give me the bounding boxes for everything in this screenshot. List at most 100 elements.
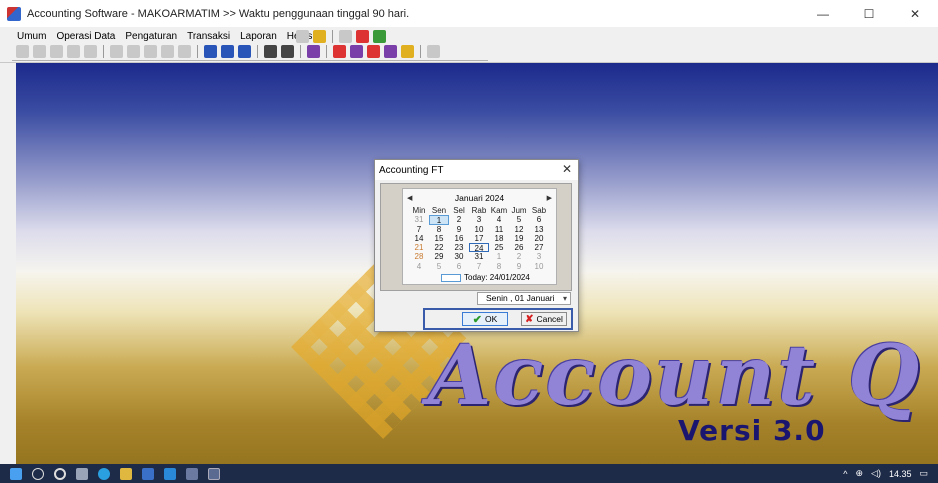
report-chart-icon[interactable] <box>367 45 380 58</box>
import-icon[interactable] <box>204 45 217 58</box>
calendar-day[interactable]: 8 <box>429 225 449 234</box>
last-record-icon[interactable] <box>161 45 174 58</box>
tray-expand-icon[interactable]: ^ <box>843 469 847 479</box>
calendar-day[interactable]: 14 <box>409 234 429 243</box>
save-icon[interactable] <box>50 45 63 58</box>
report-red-icon[interactable] <box>333 45 346 58</box>
calendar-day[interactable]: 6 <box>449 262 469 271</box>
ok-button[interactable]: ✔ OK <box>462 312 508 326</box>
calendar-day[interactable]: 3 <box>469 215 489 224</box>
accounting-app-taskbar-icon[interactable] <box>208 467 220 480</box>
delete-icon[interactable] <box>67 45 80 58</box>
report-list-icon[interactable] <box>384 45 397 58</box>
calendar-day[interactable]: 17 <box>469 234 489 243</box>
calendar-day[interactable]: 30 <box>449 252 469 261</box>
calendar-month-label[interactable]: Januari 2024 <box>455 193 504 203</box>
calendar-day[interactable]: 16 <box>449 234 469 243</box>
link-icon[interactable] <box>307 45 320 58</box>
calendar-day[interactable]: 15 <box>429 234 449 243</box>
calendar-day[interactable]: 1 <box>489 252 509 261</box>
calendar-day[interactable]: 4 <box>489 215 509 224</box>
calendar-day[interactable]: 5 <box>429 262 449 271</box>
calendar-day[interactable]: 25 <box>489 243 509 252</box>
calendar-day[interactable]: 7 <box>409 225 429 234</box>
report-star-icon[interactable] <box>401 45 414 58</box>
calendar-day-today[interactable]: 24 <box>469 243 489 253</box>
calendar-day[interactable]: 2 <box>509 252 529 261</box>
edit-icon[interactable] <box>33 45 46 58</box>
maximize-button[interactable]: ☐ <box>846 0 892 27</box>
calendar-day[interactable]: 19 <box>509 234 529 243</box>
calendar-day[interactable]: 10 <box>469 225 489 234</box>
calendar-day[interactable]: 2 <box>449 215 469 224</box>
menu-transaksi[interactable]: Transaksi <box>186 30 231 43</box>
clock[interactable]: 14.35 <box>889 469 912 479</box>
task-view-icon[interactable] <box>76 467 88 480</box>
calendar-day[interactable]: 21 <box>409 243 429 252</box>
check-icon[interactable] <box>84 45 97 58</box>
next-record-icon[interactable] <box>144 45 157 58</box>
cancel-button[interactable]: ✘ Cancel <box>521 312 567 326</box>
calendar-day[interactable]: 31 <box>409 215 429 224</box>
calendar-day[interactable]: 29 <box>429 252 449 261</box>
network-icon[interactable]: ⊕ <box>855 468 863 479</box>
calendar-today-row[interactable]: Today: 24/01/2024 <box>441 273 530 282</box>
calendar-day-selected[interactable]: 1 <box>429 215 449 225</box>
calendar-day[interactable]: 27 <box>529 243 549 252</box>
refresh-icon[interactable] <box>178 45 191 58</box>
calendar-day[interactable]: 22 <box>429 243 449 252</box>
calendar-day[interactable]: 28 <box>409 252 429 261</box>
store-icon[interactable] <box>142 467 154 480</box>
calendar-day[interactable]: 6 <box>529 215 549 224</box>
calendar-day[interactable]: 12 <box>509 225 529 234</box>
prev-record-icon[interactable] <box>127 45 140 58</box>
calendar-day[interactable]: 3 <box>529 252 549 261</box>
menu-laporan[interactable]: Laporan <box>239 30 278 43</box>
edge-icon[interactable] <box>98 467 110 480</box>
settings-icon[interactable] <box>427 45 440 58</box>
file-explorer-icon[interactable] <box>120 467 132 480</box>
calendar-day[interactable]: 9 <box>509 262 529 271</box>
calendar-day[interactable]: 18 <box>489 234 509 243</box>
calendar-icon[interactable] <box>238 45 251 58</box>
mail-icon[interactable] <box>164 467 176 480</box>
filter-icon[interactable] <box>313 30 326 43</box>
calendar-day[interactable]: 7 <box>469 262 489 271</box>
calendar-day[interactable]: 13 <box>529 225 549 234</box>
calendar-day[interactable]: 9 <box>449 225 469 234</box>
menu-umum[interactable]: Umum <box>16 30 47 43</box>
windows-start-icon[interactable] <box>10 467 22 480</box>
cortana-icon[interactable] <box>54 467 66 480</box>
calendar-day[interactable]: 8 <box>489 262 509 271</box>
user-icon[interactable] <box>281 45 294 58</box>
export-icon[interactable] <box>221 45 234 58</box>
new-icon[interactable] <box>16 45 29 58</box>
volume-icon[interactable]: ◁) <box>871 468 881 479</box>
date-select[interactable]: Senin , 01 Januari ▾ <box>477 292 571 305</box>
calendar-day[interactable]: 20 <box>529 234 549 243</box>
notifications-icon[interactable]: ▭ <box>919 468 928 479</box>
menu-operasi-data[interactable]: Operasi Data <box>55 30 116 43</box>
report-purple-icon[interactable] <box>350 45 363 58</box>
users-icon[interactable] <box>264 45 277 58</box>
prev-month-icon[interactable]: ◀ <box>407 194 412 202</box>
dialog-close-icon[interactable]: ✕ <box>562 162 572 176</box>
app-icon-taskbar[interactable] <box>186 467 198 480</box>
calendar-day[interactable]: 23 <box>449 243 469 252</box>
search-icon[interactable] <box>296 30 309 43</box>
list-icon[interactable] <box>339 30 352 43</box>
calendar-day[interactable]: 5 <box>509 215 529 224</box>
calendar-day[interactable]: 26 <box>509 243 529 252</box>
calendar-day[interactable]: 11 <box>489 225 509 234</box>
minimize-button[interactable]: — <box>800 0 846 27</box>
calendar-day[interactable]: 4 <box>409 262 429 271</box>
tools-icon[interactable] <box>373 30 386 43</box>
close-button[interactable]: ✕ <box>892 0 938 27</box>
first-record-icon[interactable] <box>110 45 123 58</box>
calendar-day[interactable]: 31 <box>469 252 489 261</box>
next-month-icon[interactable]: ▶ <box>547 194 552 202</box>
calendar-day[interactable]: 10 <box>529 262 549 271</box>
menu-pengaturan[interactable]: Pengaturan <box>124 30 178 43</box>
funnel-icon[interactable] <box>356 30 369 43</box>
search-icon[interactable] <box>32 467 44 480</box>
